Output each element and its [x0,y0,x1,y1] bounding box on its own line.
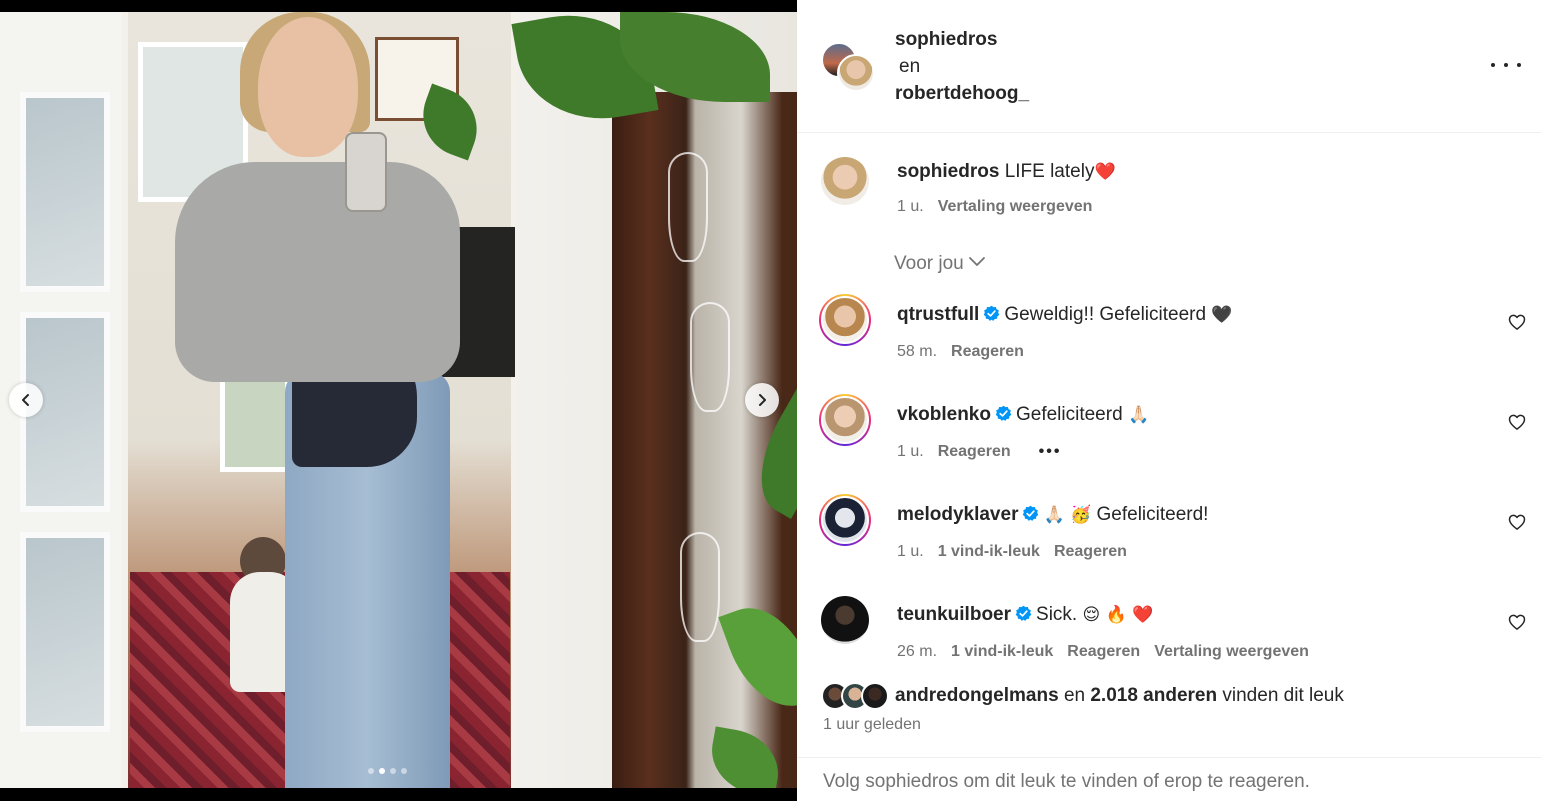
comment-body: Gefeliciteerd! [1096,504,1209,525]
likes-text: andredongelmans en 2.018 anderen vinden … [895,685,1344,707]
carousel-dot [401,768,407,774]
author-joiner: en [899,56,921,77]
comment-time[interactable]: 58 m. [897,343,937,360]
comment-sort-dropdown[interactable]: Voor jou [894,253,986,275]
post-image[interactable] [0,12,797,788]
reply-button[interactable]: Reageren [951,343,1024,360]
follow-prompt-text: Volg sophiedros om dit leuk te vinden of… [823,771,1310,792]
avatar[interactable] [819,294,871,346]
heart-icon [1508,514,1526,530]
previous-image-button[interactable] [9,383,43,417]
carousel-dot [368,768,374,774]
verified-badge-icon [1023,505,1039,521]
comment-time[interactable]: 26 m. [897,643,937,660]
comment-meta: 26 m. 1 vind-ik-leuk Reageren Vertaling wee… [897,643,1309,661]
chevron-right-icon [759,394,766,406]
comment-body: Sick. [1036,604,1078,625]
caption-text: sophiedros LIFE lately❤️ [897,161,1116,183]
post-authors: sophiedros en robertdehoog_ [895,26,1029,107]
comment-text: vkoblenko Gefeliciteerd 🙏🏻 [897,404,1149,426]
caption-body: LIFE lately [1004,161,1095,182]
liker-username[interactable]: andredongelmans [895,685,1059,706]
like-comment-button[interactable] [1507,412,1527,432]
next-image-button[interactable] [745,383,779,417]
translate-link[interactable]: Vertaling weergeven [1154,643,1309,660]
comment-username[interactable]: qtrustfull [897,304,979,325]
comment-time[interactable]: 1 u. [897,543,924,560]
caption-username[interactable]: sophiedros [897,161,999,182]
comment-likes[interactable]: 1 vind-ik-leuk [951,643,1053,660]
author-username[interactable]: robertdehoog_ [895,80,1029,107]
post-details-panel: sophiedros en robertdehoog_ sophiedros L… [797,0,1541,801]
likes-joiner: en [1063,685,1086,706]
comment-username[interactable]: melodyklaver [897,504,1018,525]
author-username[interactable]: sophiedros [895,26,1029,53]
comment-options-button[interactable]: ••• [1039,443,1062,460]
verified-badge-icon [1015,605,1032,621]
comment-text: qtrustfull Geweldig!! Gefeliciteerd 🖤 [897,304,1233,326]
like-comment-button[interactable] [1507,312,1527,332]
carousel-dot [379,768,385,774]
comment-emoji: 😌 🔥 ❤️ [1082,605,1154,625]
heart-emoji: ❤️ [1094,162,1116,182]
heart-icon [1508,314,1526,330]
like-comment-button[interactable] [1507,512,1527,532]
avatar [861,682,889,710]
comment-text: teunkuilboer Sick. 😌 🔥 ❤️ [897,604,1153,626]
comment-meta: 1 u. 1 vind-ik-leuk Reageren [897,543,1127,561]
avatar[interactable] [819,394,871,446]
comment-username[interactable]: teunkuilboer [897,604,1011,625]
more-horizontal-icon [1491,63,1495,67]
image-phone [345,132,387,212]
comment-username[interactable]: vkoblenko [897,404,991,425]
heart-icon [1508,414,1526,430]
avatar [837,54,875,92]
reply-button[interactable]: Reageren [938,443,1011,460]
image-person-face [258,17,358,157]
reply-button[interactable]: Reageren [1054,543,1127,560]
chevron-down-icon [968,257,985,266]
chevron-left-icon [22,394,29,406]
translate-link[interactable]: Vertaling weergeven [938,198,1093,215]
collab-avatars[interactable] [821,42,877,92]
follow-prompt: Volg sophiedros om dit leuk te vinden of… [797,757,1541,801]
comment-time[interactable]: 1 u. [897,443,924,460]
verified-badge-icon [984,305,1000,321]
more-options-button[interactable] [1491,56,1521,74]
likes-suffix: vinden dit leuk [1222,685,1344,706]
carousel-indicator [368,768,407,774]
post-header: sophiedros en robertdehoog_ [797,0,1541,133]
comment-text: melodyklaver 🙏🏻 🥳 Gefeliciteerd! [897,504,1208,526]
comment-emoji: 🙏🏻 [1127,405,1150,425]
image-person-sweater [175,162,460,382]
comment-meta: 58 m. Reageren [897,343,1024,361]
comment-body: Gefeliciteerd [1015,404,1123,425]
comment-emoji: 🙏🏻 🥳 [1043,505,1092,525]
comment-meta: 1 u. Reageren ••• [897,443,1061,461]
avatar[interactable] [821,157,869,205]
heart-icon [1508,614,1526,630]
comment-body: Geweldig!! Gefeliciteerd [1004,304,1207,325]
comment-likes[interactable]: 1 vind-ik-leuk [938,543,1040,560]
like-comment-button[interactable] [1507,612,1527,632]
likes-count[interactable]: 2.018 anderen [1090,685,1217,706]
verified-badge-icon [995,405,1012,421]
reply-button[interactable]: Reageren [1067,643,1140,660]
likes-summary[interactable]: andredongelmans en 2.018 anderen vinden … [821,682,1344,710]
carousel-dot [390,768,396,774]
avatar[interactable] [819,494,871,546]
post-dialog: sophiedros en robertdehoog_ sophiedros L… [0,0,1541,801]
avatar[interactable] [821,596,869,644]
sort-label: Voor jou [894,253,964,274]
post-timestamp[interactable]: 1 uur geleden [823,716,921,734]
caption-meta: 1 u. Vertaling weergeven [897,198,1092,216]
caption-time[interactable]: 1 u. [897,198,924,215]
comment-emoji: 🖤 [1211,305,1233,325]
